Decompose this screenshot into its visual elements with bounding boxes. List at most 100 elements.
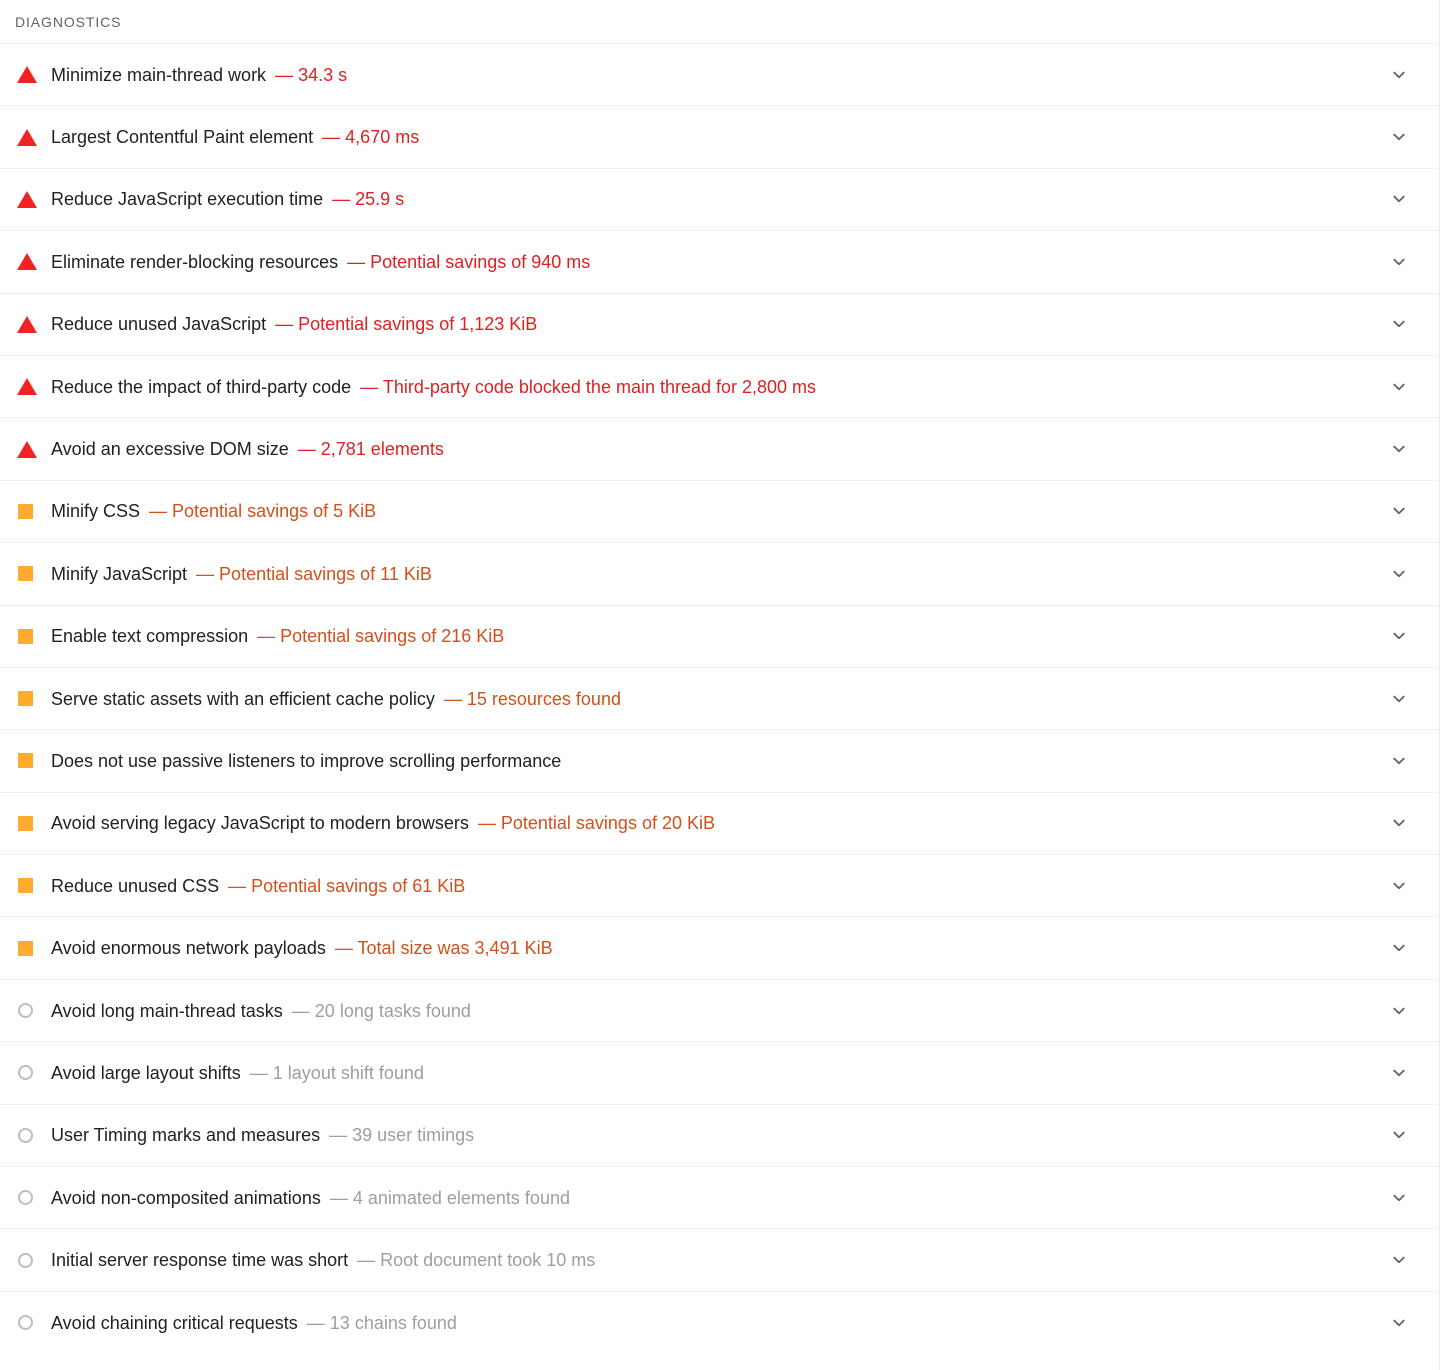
chevron-down-icon[interactable]: [1369, 1188, 1429, 1208]
chevron-down-icon[interactable]: [1369, 1063, 1429, 1083]
audit-value: — Potential savings of 1,123 KiB: [275, 314, 538, 335]
audit-row[interactable]: Reduce unused JavaScript — Potential savi…: [0, 292, 1439, 355]
audit-text: Reduce unused CSS — Potential savings of …: [51, 874, 1369, 898]
chevron-down-icon[interactable]: [1369, 501, 1429, 521]
audit-value: — 4,670 ms: [322, 127, 420, 148]
chevron-down-icon[interactable]: [1369, 1250, 1429, 1270]
audit-value: — 1 layout shift found: [249, 1062, 424, 1083]
chevron-down-icon[interactable]: [1369, 564, 1429, 584]
warning-triangle-icon: [17, 66, 37, 84]
warning-square-icon: [18, 691, 33, 707]
audit-severity-icon: [15, 1252, 41, 1268]
chevron-down-icon[interactable]: [1369, 689, 1429, 709]
audit-value: — Third-party code blocked the main thre…: [360, 376, 817, 397]
audit-severity-icon: [15, 378, 41, 396]
audit-value: — Potential savings of 940 ms: [347, 251, 591, 272]
audit-row[interactable]: Eliminate render-blocking resources — Pot…: [0, 230, 1439, 293]
audit-row[interactable]: Enable text compression — Potential savin…: [0, 604, 1439, 667]
audit-row[interactable]: Avoid large layout shifts — 1 layout shif…: [0, 1041, 1439, 1104]
audit-row[interactable]: Reduce the impact of third-party code — T…: [0, 354, 1439, 418]
chevron-down-icon[interactable]: [1369, 1001, 1429, 1021]
audit-text: Does not use passive listeners to improv…: [51, 749, 1369, 773]
info-circle-icon: [18, 1065, 33, 1081]
audit-text: Avoid serving legacy JavaScript to moder…: [51, 811, 1369, 835]
warning-triangle-icon: [17, 253, 37, 271]
audit-row[interactable]: Avoid an excessive DOM size — 2,781 eleme…: [0, 417, 1439, 480]
audit-text: Avoid long main-thread tasks — 20 long ta…: [51, 999, 1369, 1023]
audit-row[interactable]: Avoid chaining critical requests — 13 cha…: [0, 1290, 1439, 1354]
chevron-down-icon[interactable]: [1369, 439, 1429, 459]
audit-title: Minimize main-thread work: [51, 64, 267, 85]
info-circle-icon: [18, 1190, 33, 1206]
audit-severity-icon: [15, 940, 41, 956]
audit-row[interactable]: Largest Contentful Paint element — 4,670 …: [0, 105, 1439, 168]
audit-severity-icon: [15, 1190, 41, 1206]
audit-list: Minimize main-thread work — 34.3 s Largest…: [0, 43, 1439, 1354]
audit-text: Eliminate render-blocking resources — Pot…: [51, 250, 1369, 274]
audit-title: Avoid serving legacy JavaScript to moder…: [51, 813, 469, 834]
audit-severity-icon: [15, 315, 41, 333]
audit-severity-icon: [15, 66, 41, 84]
audit-title: Largest Contentful Paint element: [51, 127, 314, 148]
audit-row[interactable]: Reduce JavaScript execution time — 25.9 s: [0, 167, 1439, 231]
audit-row[interactable]: Does not use passive listeners to improv…: [0, 729, 1439, 792]
audit-text: User Timing marks and measures — 39 user …: [51, 1123, 1369, 1147]
chevron-down-icon[interactable]: [1369, 813, 1429, 833]
audit-text: Reduce JavaScript execution time — 25.9 s: [51, 187, 1369, 211]
audit-text: Minify CSS — Potential savings of 5 KiB: [51, 499, 1369, 523]
warning-triangle-icon: [17, 440, 37, 458]
warning-square-icon: [18, 503, 33, 519]
audit-row[interactable]: Avoid long main-thread tasks — 20 long ta…: [0, 978, 1439, 1042]
audit-row[interactable]: Minimize main-thread work — 34.3 s: [0, 43, 1439, 106]
info-circle-icon: [18, 1127, 33, 1143]
audit-value: — Potential savings of 5 KiB: [149, 501, 377, 522]
chevron-down-icon[interactable]: [1369, 252, 1429, 272]
chevron-down-icon[interactable]: [1369, 626, 1429, 646]
warning-square-icon: [18, 753, 33, 769]
chevron-down-icon[interactable]: [1369, 189, 1429, 209]
audit-title: Minify CSS: [51, 501, 141, 522]
chevron-down-icon[interactable]: [1369, 751, 1429, 771]
audit-severity-icon: [15, 691, 41, 707]
audit-row[interactable]: Minify JavaScript — Potential savings of …: [0, 542, 1439, 605]
warning-square-icon: [18, 878, 33, 894]
chevron-down-icon[interactable]: [1369, 876, 1429, 896]
audit-row[interactable]: Minify CSS — Potential savings of 5 KiB: [0, 479, 1439, 543]
warning-square-icon: [18, 940, 33, 956]
audit-severity-icon: [15, 1065, 41, 1081]
chevron-down-icon[interactable]: [1369, 127, 1429, 147]
audit-severity-icon: [15, 628, 41, 644]
chevron-down-icon[interactable]: [1369, 314, 1429, 334]
audit-text: Reduce unused JavaScript — Potential savi…: [51, 312, 1369, 336]
audit-title: Serve static assets with an efficient ca…: [51, 688, 435, 709]
audit-row[interactable]: Avoid non-composited animations — 4 anima…: [0, 1166, 1439, 1229]
audit-row[interactable]: Avoid serving legacy JavaScript to moder…: [0, 791, 1439, 855]
chevron-down-icon[interactable]: [1369, 65, 1429, 85]
audit-value: — Potential savings of 20 KiB: [477, 813, 715, 834]
chevron-down-icon[interactable]: [1369, 377, 1429, 397]
audit-text: Avoid chaining critical requests — 13 cha…: [51, 1311, 1369, 1335]
audit-severity-icon: [15, 128, 41, 146]
diagnostics-panel: DIAGNOSTICS Minimize main-thread work — 3…: [0, 0, 1440, 1370]
audit-value: — Potential savings of 11 KiB: [196, 563, 432, 584]
info-circle-icon: [18, 1252, 33, 1268]
audit-severity-icon: [15, 253, 41, 271]
audit-value: — 34.3 s: [275, 64, 348, 85]
audit-row[interactable]: Initial server response time was short — …: [0, 1228, 1439, 1291]
chevron-down-icon[interactable]: [1369, 938, 1429, 958]
audit-row[interactable]: Reduce unused CSS — Potential savings of …: [0, 854, 1439, 917]
audit-severity-icon: [15, 190, 41, 208]
audit-value: — 25.9 s: [332, 189, 405, 210]
audit-row[interactable]: User Timing marks and measures — 39 user …: [0, 1103, 1439, 1167]
chevron-down-icon[interactable]: [1369, 1125, 1429, 1145]
audit-text: Serve static assets with an efficient ca…: [51, 687, 1369, 711]
audit-title: Reduce the impact of third-party code: [51, 376, 352, 397]
audit-row[interactable]: Serve static assets with an efficient ca…: [0, 666, 1439, 730]
audit-row[interactable]: Avoid enormous network payloads — Total s…: [0, 916, 1439, 979]
chevron-down-icon[interactable]: [1369, 1313, 1429, 1333]
audit-title: Avoid chaining critical requests: [51, 1312, 298, 1333]
audit-value: — 39 user timings: [329, 1125, 475, 1146]
audit-severity-icon: [15, 1127, 41, 1143]
audit-text: Avoid non-composited animations — 4 anima…: [51, 1186, 1369, 1210]
audit-text: Minimize main-thread work — 34.3 s: [51, 63, 1369, 87]
